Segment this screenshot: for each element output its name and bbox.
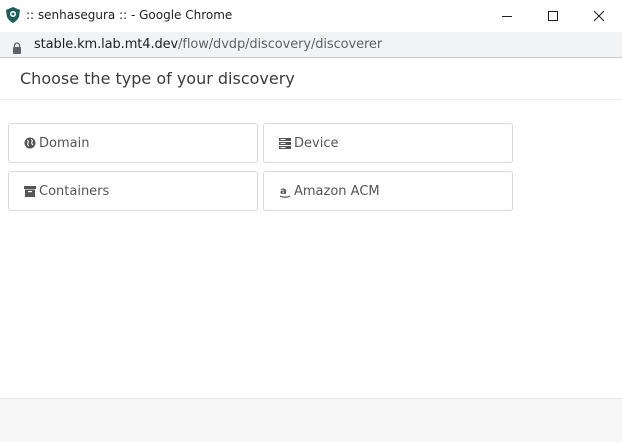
archive-icon	[24, 185, 36, 197]
maximize-icon	[548, 11, 558, 21]
window-title-bar: :: senhasegura :: - Google Chrome	[0, 0, 622, 32]
minimize-button[interactable]	[484, 0, 530, 32]
url-host: stable.km.lab.mt4.dev	[34, 37, 179, 52]
address-bar[interactable]: stable.km.lab.mt4.dev/flow/dvdp/discover…	[0, 32, 622, 58]
modal-footer	[0, 398, 622, 442]
containers-option-label: Containers	[39, 183, 110, 199]
modal-header: Choose the type of your discovery	[0, 59, 622, 100]
close-button[interactable]	[576, 0, 622, 32]
server-icon	[279, 137, 291, 149]
device-option-label: Device	[294, 135, 339, 151]
device-option-button[interactable]: Device	[263, 123, 513, 163]
containers-option-button[interactable]: Containers	[8, 171, 258, 211]
close-icon	[593, 10, 605, 22]
minimize-icon	[502, 16, 512, 17]
amazon-acm-option-label: Amazon ACM	[294, 183, 380, 199]
globe-icon	[24, 137, 36, 149]
modal-body: Domain Device Containers a Amazon ACM	[0, 100, 622, 398]
window-title: :: senhasegura :: - Google Chrome	[26, 8, 233, 22]
svg-text:a: a	[280, 186, 287, 197]
domain-option-label: Domain	[39, 135, 90, 151]
modal-title: Choose the type of your discovery	[20, 69, 295, 88]
lock-icon[interactable]	[12, 39, 22, 54]
domain-option-button[interactable]: Domain	[8, 123, 258, 163]
shield-icon	[6, 7, 20, 23]
url-text[interactable]: stable.km.lab.mt4.dev/flow/dvdp/discover…	[34, 37, 382, 52]
amazon-acm-option-button[interactable]: a Amazon ACM	[263, 171, 513, 211]
url-path: /flow/dvdp/discovery/discoverer	[178, 37, 383, 52]
amazon-icon: a	[279, 185, 291, 198]
maximize-button[interactable]	[530, 0, 576, 32]
